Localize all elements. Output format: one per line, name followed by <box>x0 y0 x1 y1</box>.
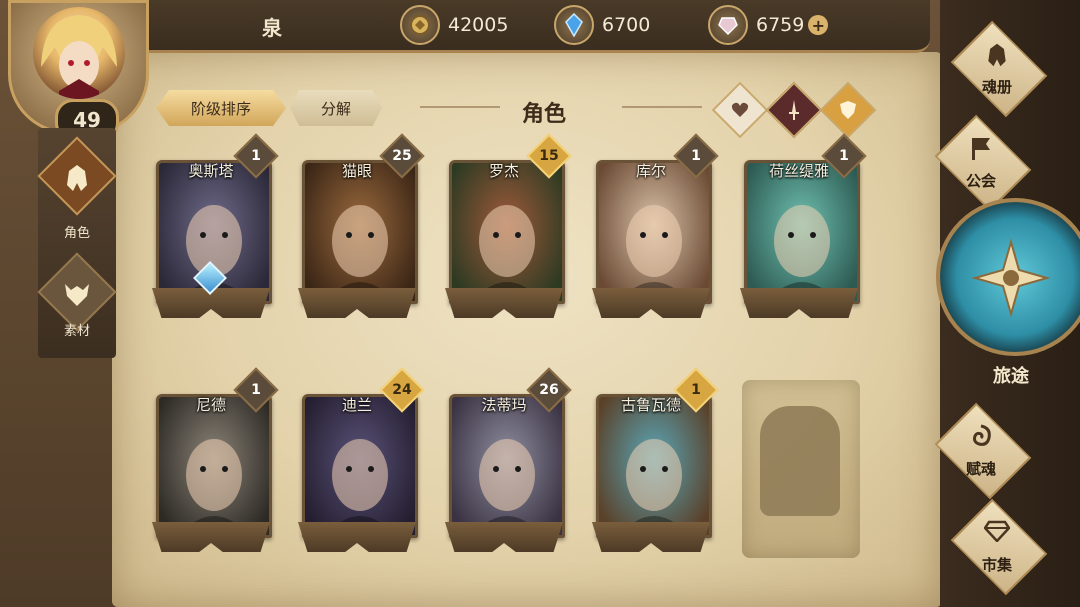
character-portrait <box>302 160 418 304</box>
card-frame <box>592 522 710 552</box>
tab-characters-label: 角色 <box>63 226 90 241</box>
character-level: 1 <box>251 382 261 398</box>
heart-icon <box>722 92 758 128</box>
card-frame <box>152 522 270 552</box>
character-card[interactable]: 荷丝缇雅 1 <box>740 133 867 324</box>
card-frame <box>298 522 416 552</box>
title-ornament-right <box>622 106 702 108</box>
character-level: 25 <box>392 148 412 164</box>
soul-book-label: 魂册 <box>981 78 1012 96</box>
character-portrait <box>449 160 565 304</box>
compass-emblem-icon <box>936 238 1080 332</box>
character-portrait <box>596 160 712 304</box>
gem-amount: 6759 <box>756 14 805 36</box>
sort-by-rank-button[interactable]: 阶级排序 <box>156 90 286 126</box>
card-frame <box>298 288 416 318</box>
character-card[interactable]: 法蒂玛 26 <box>445 367 572 558</box>
guild-button[interactable]: 公会 <box>926 114 1036 212</box>
character-level: 1 <box>691 382 701 398</box>
market-button[interactable]: 市集 <box>942 498 1052 596</box>
character-card[interactable]: 罗杰 15 <box>445 133 572 324</box>
gem-currency: 6759 + <box>708 5 829 45</box>
player-name: 泉 <box>262 16 282 40</box>
character-level: 1 <box>839 148 849 164</box>
avatar-portrait <box>33 7 125 99</box>
character-card[interactable]: 古鲁瓦德 1 <box>592 367 719 558</box>
character-card[interactable]: 奥斯塔 1 <box>152 133 279 324</box>
beast-skull-icon <box>51 268 103 320</box>
market-label: 市集 <box>981 556 1012 574</box>
swirl-icon <box>926 424 1036 454</box>
character-card[interactable]: 猫眼 25 <box>298 133 425 324</box>
decompose-button[interactable]: 分解 <box>290 90 382 126</box>
title-ornament-left <box>420 106 500 108</box>
shield-icon <box>830 92 866 128</box>
game-screen: 泉 42005 6700 6759 + 49 角色 素材 阶级排序 分解 角色 … <box>0 0 1080 607</box>
empower-label: 赋魂 <box>965 460 996 478</box>
helmet-icon <box>51 152 103 204</box>
left-tab-rail: 角色 素材 <box>37 128 117 358</box>
character-level: 1 <box>251 148 261 164</box>
gold-currency: 42005 <box>400 5 509 45</box>
add-gem-button[interactable]: + <box>808 15 829 35</box>
locked-character-slot[interactable] <box>742 380 860 558</box>
tab-characters[interactable]: 角色 <box>37 134 117 241</box>
soul-book-button[interactable]: 魂册 <box>942 20 1052 118</box>
card-frame <box>445 288 563 318</box>
journey-button[interactable]: 旅途 <box>936 198 1080 400</box>
guild-label: 公会 <box>965 172 996 190</box>
gold-amount: 42005 <box>448 14 509 36</box>
blue-crystal-icon <box>554 5 594 45</box>
tab-materials[interactable]: 素材 <box>37 250 117 342</box>
journey-label: 旅途 <box>993 366 1029 387</box>
card-frame <box>445 522 563 552</box>
helmet-icon <box>942 42 1052 74</box>
flag-icon <box>926 136 1036 168</box>
character-portrait <box>156 394 272 538</box>
empower-button[interactable]: 赋魂 <box>926 402 1036 500</box>
tab-materials-label: 素材 <box>63 324 90 339</box>
character-portrait <box>302 394 418 538</box>
gem-icon <box>942 520 1052 548</box>
crystal-currency: 6700 <box>554 5 651 45</box>
locked-silhouette <box>760 406 840 516</box>
character-card[interactable]: 库尔 1 <box>592 133 719 324</box>
character-level: 24 <box>392 382 412 398</box>
character-portrait <box>596 394 712 538</box>
sword-icon <box>776 92 812 128</box>
player-avatar[interactable]: 49 <box>8 0 149 141</box>
character-level: 26 <box>539 382 559 398</box>
character-level: 15 <box>539 148 559 164</box>
character-card[interactable]: 尼德 1 <box>152 367 279 558</box>
page-title: 角色 <box>522 102 567 127</box>
card-frame <box>740 288 858 318</box>
character-card[interactable]: 迪兰 24 <box>298 367 425 558</box>
pink-gem-icon <box>708 5 748 45</box>
character-portrait <box>744 160 860 304</box>
character-level: 1 <box>691 148 701 164</box>
crystal-amount: 6700 <box>602 14 651 36</box>
gold-coin-icon <box>400 5 440 45</box>
card-frame <box>592 288 710 318</box>
character-portrait <box>449 394 565 538</box>
